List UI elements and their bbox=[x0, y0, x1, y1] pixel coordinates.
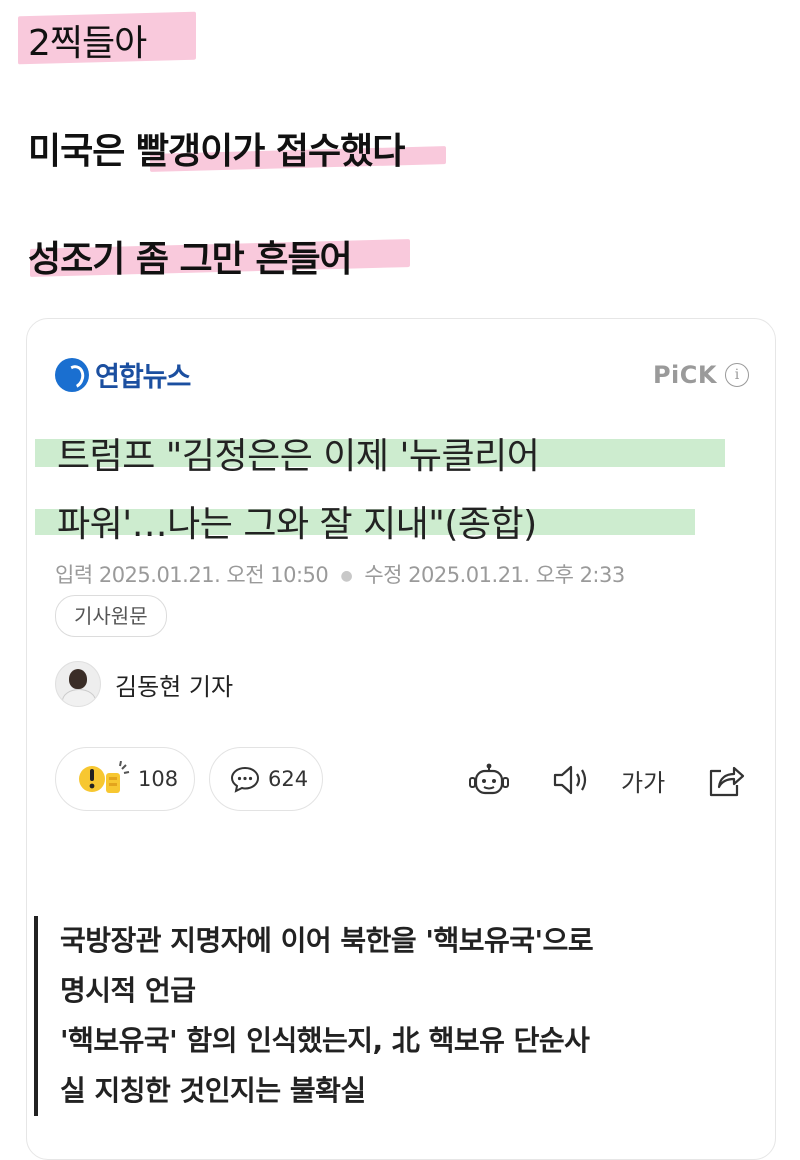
comment-button[interactable]: 624 bbox=[209, 747, 323, 811]
author-name: 김동현 기자 bbox=[115, 672, 234, 701]
post-text-line-3: 성조기 좀 그만 흔들어 bbox=[28, 239, 353, 280]
author-avatar bbox=[55, 661, 101, 707]
info-icon[interactable]: i bbox=[725, 363, 749, 387]
comment-count: 624 bbox=[268, 767, 309, 791]
publisher-name: 연합뉴스 bbox=[95, 362, 191, 393]
summary-line-2: 명시적 언급 bbox=[60, 974, 196, 1007]
author-info[interactable]: 김동현 기자 bbox=[55, 661, 233, 707]
headline-line-2: 파워'…나는 그와 잘 지내"(종합) bbox=[57, 504, 537, 545]
separator-dot-icon: ● bbox=[340, 568, 353, 584]
ai-summary-robot-icon[interactable] bbox=[467, 763, 511, 799]
font-size-button[interactable]: 가가 bbox=[621, 763, 665, 798]
reaction-count: 108 bbox=[138, 767, 179, 791]
article-summary-quote: 국방장관 지명자에 이어 북한을 '핵보유국'으로 명시적 언급 '핵보유국' … bbox=[34, 916, 714, 1116]
headline-line-1: 트럼프 "김정은은 이제 '뉴클리어 bbox=[57, 436, 540, 477]
font-size-label: 가가 bbox=[621, 769, 666, 797]
input-label: 입력 bbox=[55, 563, 93, 587]
edit-time: 2025.01.21. 오후 2:33 bbox=[408, 563, 625, 587]
original-article-button[interactable]: 기사원문 bbox=[55, 595, 167, 637]
publisher-logo[interactable]: 연합뉴스 bbox=[55, 355, 191, 394]
pick-label: PiCK bbox=[652, 361, 717, 389]
input-time: 2025.01.21. 오전 10:50 bbox=[98, 563, 329, 587]
post-text-line-2: 미국은 빨갱이가 접수했다 bbox=[28, 131, 405, 172]
pick-badge[interactable]: PiCK i bbox=[653, 361, 749, 389]
publisher-logo-icon bbox=[55, 357, 89, 392]
article-headline[interactable]: 트럼프 "김정은은 이제 '뉴클리어 파워'…나는 그와 잘 지내"(종합) bbox=[57, 423, 737, 559]
summary-line-1: 국방장관 지명자에 이어 북한을 '핵보유국'으로 bbox=[60, 924, 594, 957]
share-icon[interactable] bbox=[707, 763, 745, 799]
summary-line-4: 실 지칭한 것인지는 불확실 bbox=[60, 1074, 366, 1107]
reaction-icon bbox=[79, 761, 130, 793]
reaction-button[interactable]: 108 bbox=[55, 747, 195, 811]
speaker-icon[interactable] bbox=[551, 763, 591, 797]
post-text-line-1: 2찍들아 bbox=[28, 23, 147, 64]
comment-icon bbox=[230, 766, 260, 793]
edit-label: 수정 bbox=[364, 563, 402, 587]
summary-line-3: '핵보유국' 함의 인식했는지, 北 핵보유 단순사 bbox=[60, 1024, 590, 1057]
article-timestamps: 입력 2025.01.21. 오전 10:50 ● 수정 2025.01.21.… bbox=[55, 559, 625, 589]
